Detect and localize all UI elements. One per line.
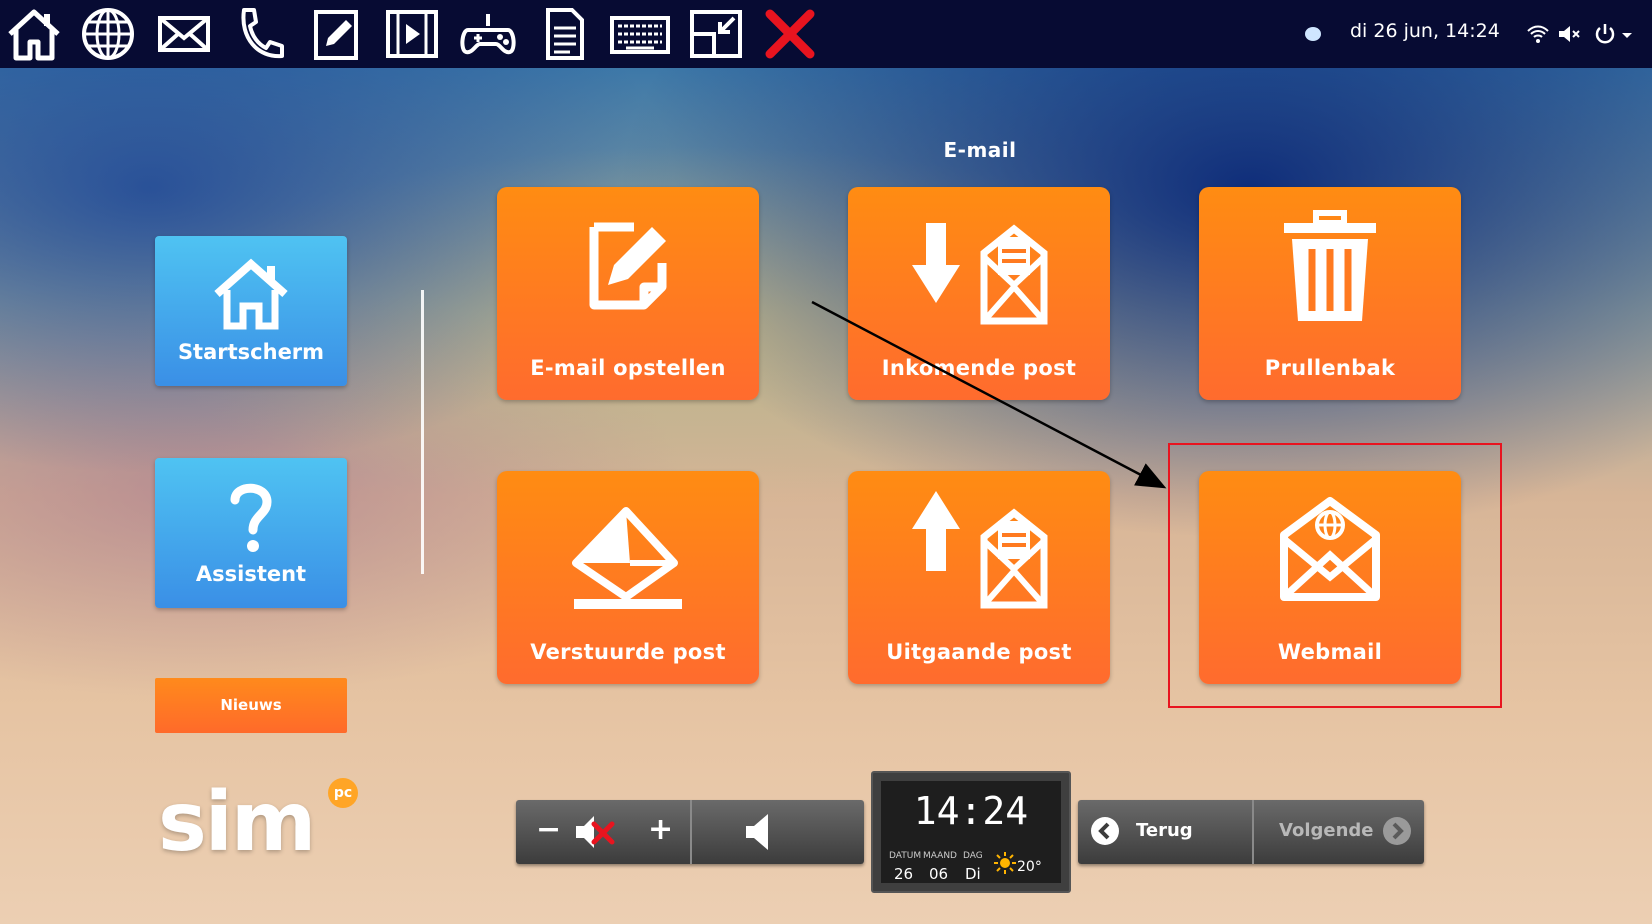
simpc-logo: sim pc <box>158 778 368 878</box>
sent-icon <box>572 507 682 609</box>
back-chevron-icon[interactable] <box>1090 816 1120 846</box>
day-label: DAG <box>963 851 983 861</box>
phone-icon[interactable] <box>228 4 292 64</box>
logo-badge: pc <box>328 778 358 808</box>
home-screen-button[interactable]: Startscherm <box>155 236 347 386</box>
trash-tile[interactable]: Prullenbak <box>1199 187 1461 400</box>
assistant-label: Assistent <box>195 562 307 586</box>
trash-icon <box>1284 210 1376 321</box>
document-icon[interactable] <box>532 4 596 64</box>
assistant-button[interactable]: Assistent <box>155 458 347 608</box>
compose-email-tile[interactable]: E-mail opstellen <box>497 187 759 400</box>
house-icon <box>214 258 288 330</box>
notepad-icon[interactable] <box>304 4 368 64</box>
volume-down-button[interactable]: − <box>536 812 561 847</box>
globe-icon[interactable] <box>76 4 140 64</box>
minimize-window-icon[interactable] <box>684 4 748 64</box>
logo-text: sim <box>158 775 316 870</box>
home-screen-label: Startscherm <box>177 340 325 364</box>
video-icon[interactable] <box>380 4 444 64</box>
back-button[interactable]: Terug <box>1136 820 1193 841</box>
close-icon[interactable] <box>758 4 822 64</box>
volume-muted-icon[interactable] <box>1556 22 1582 46</box>
tile-label: Inkomende post <box>881 356 1077 380</box>
clock-display: 14:24 DATUM MAAND DAG 26 06 Di 20° <box>881 781 1061 883</box>
question-mark-icon <box>230 483 272 552</box>
mail-icon[interactable] <box>152 4 216 64</box>
system-top-bar: di 26 jun, 14:24 <box>0 0 1652 68</box>
gamepad-icon[interactable] <box>456 4 520 64</box>
volume-up-button[interactable]: + <box>648 812 673 847</box>
clock-time: 14:24 <box>913 789 1029 833</box>
next-button[interactable]: Volgende <box>1279 820 1373 841</box>
month-label: MAAND <box>923 851 957 861</box>
highlight-box <box>1168 443 1502 708</box>
chevron-down-icon[interactable] <box>1620 22 1634 46</box>
tile-label: Prullenbak <box>1264 356 1396 380</box>
tile-label: Verstuurde post <box>530 640 726 664</box>
temperature-value: 20° <box>1017 859 1042 875</box>
control-separator <box>690 800 692 864</box>
day-value: Di <box>965 865 981 883</box>
sent-tile[interactable]: Verstuurde post <box>497 471 759 684</box>
chat-bubble-icon[interactable] <box>1300 22 1326 46</box>
inbox-tile[interactable]: Inkomende post <box>848 187 1110 400</box>
next-chevron-icon[interactable] <box>1382 816 1412 846</box>
home-icon[interactable] <box>2 4 66 64</box>
news-button[interactable]: Nieuws <box>155 678 347 733</box>
date-label: DATUM <box>889 851 922 861</box>
sun-icon <box>994 852 1016 874</box>
wifi-icon[interactable] <box>1525 22 1551 46</box>
speaker-icon[interactable] <box>744 810 778 854</box>
vertical-divider <box>421 290 424 574</box>
compose-icon <box>589 222 667 310</box>
system-datetime[interactable]: di 26 jun, 14:24 <box>1350 20 1500 42</box>
mute-icon[interactable] <box>574 810 620 854</box>
page-title: E-mail <box>943 138 1017 162</box>
keyboard-icon[interactable] <box>608 4 672 64</box>
outbox-tile[interactable]: Uitgaande post <box>848 471 1110 684</box>
clock-widget: 14:24 DATUM MAAND DAG 26 06 Di 20° <box>871 771 1071 893</box>
control-separator <box>1252 800 1254 864</box>
month-value: 06 <box>929 865 949 883</box>
outbox-icon <box>912 491 1048 609</box>
power-icon[interactable] <box>1592 22 1618 46</box>
date-value: 26 <box>894 865 914 883</box>
tile-label: Uitgaande post <box>886 640 1072 664</box>
inbox-icon <box>912 223 1048 325</box>
tile-label: E-mail opstellen <box>530 356 726 380</box>
